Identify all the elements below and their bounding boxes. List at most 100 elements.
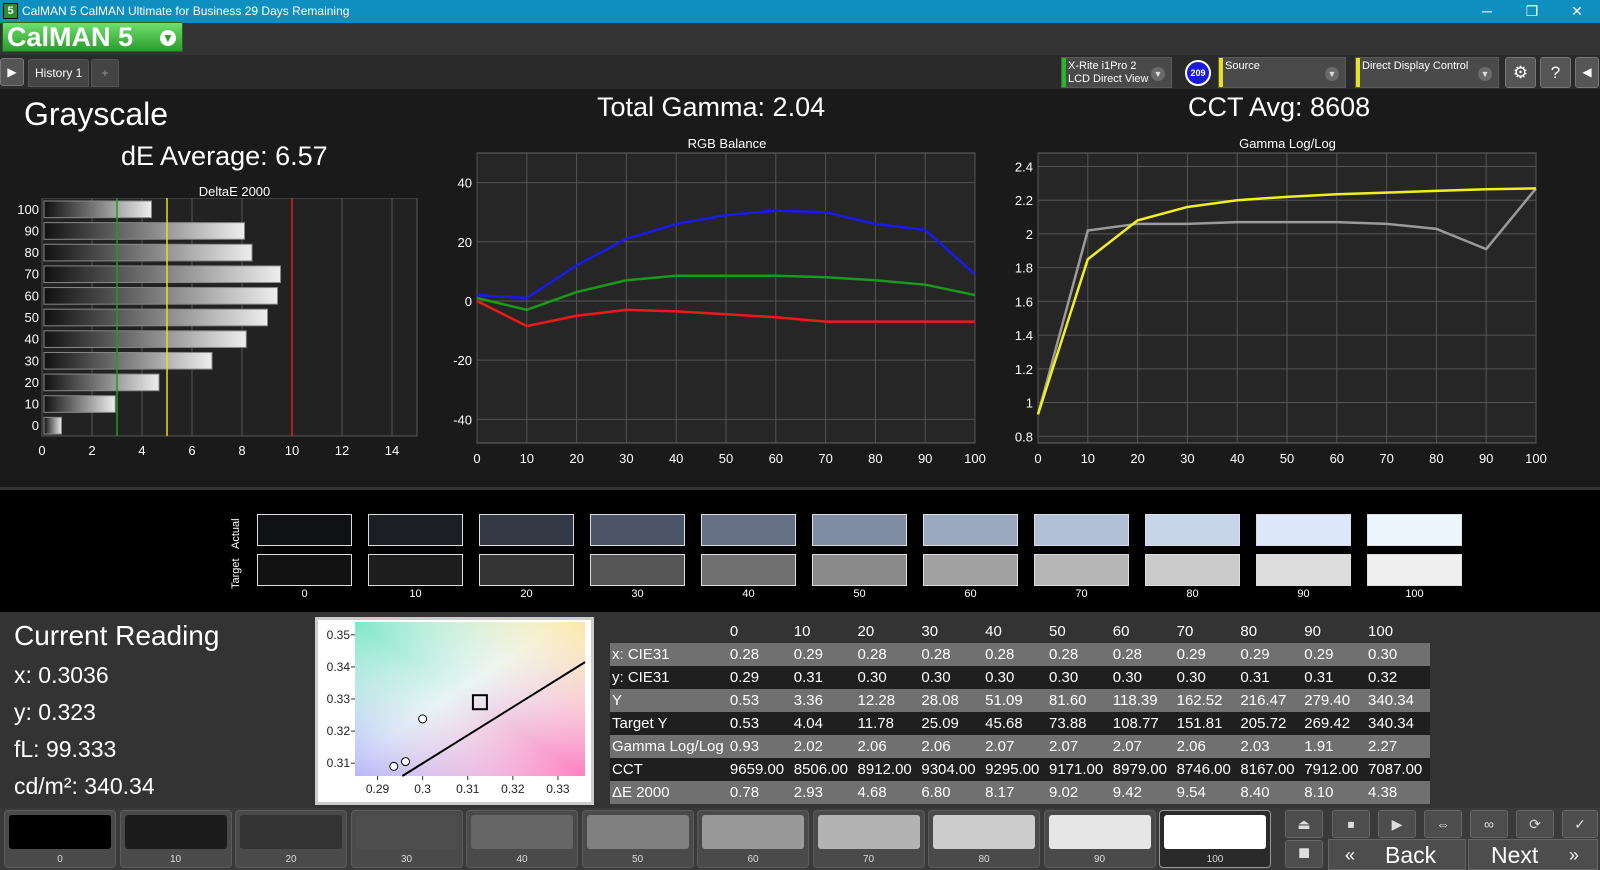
footer-swatch-button[interactable]: 90 <box>1043 810 1156 868</box>
table-row: CCT 9659.00 8506.00 8912.00 9304.00 9295.00 91… <box>610 758 1430 781</box>
table-cell: 6.80 <box>919 781 984 804</box>
y-tick-label: 1.8 <box>1015 261 1033 276</box>
deltae-bar <box>43 351 213 370</box>
swatch-label: 40 <box>742 588 755 600</box>
table-cell: 2.02 <box>791 735 856 758</box>
x-tick-label: 70 <box>818 451 832 466</box>
x-tick-label: 80 <box>868 451 882 466</box>
column-header: 80 <box>1238 620 1303 643</box>
actual-swatch[interactable] <box>479 514 574 546</box>
meter-badge[interactable]: 209 <box>1185 60 1211 86</box>
actual-swatch[interactable] <box>701 514 796 546</box>
table-cell: 11.78 <box>855 712 920 735</box>
actual-swatch[interactable] <box>1034 514 1129 546</box>
target-swatch[interactable] <box>479 554 574 586</box>
table-cell: 340.34 <box>1366 712 1430 735</box>
table-cell: 8912.00 <box>855 758 920 781</box>
table-cell: 0.29 <box>727 666 792 689</box>
collapse-left-icon[interactable]: ◀ <box>1575 57 1599 88</box>
x-tick-label: 50 <box>719 451 733 466</box>
footer-swatch-button[interactable]: 40 <box>466 810 578 868</box>
minimize-button[interactable]: ─ <box>1465 0 1509 23</box>
table-cell: 8506.00 <box>791 758 856 781</box>
deltae-bar <box>43 395 116 413</box>
meter-selector[interactable]: X-Rite i1Pro 2 LCD Direct View ▼ <box>1061 57 1172 88</box>
table-cell: 151.81 <box>1174 712 1239 735</box>
target-swatch[interactable] <box>812 554 907 586</box>
display-selector[interactable]: Direct Display Control ▼ <box>1355 57 1499 88</box>
play-icon[interactable]: ▶ <box>0 58 24 86</box>
add-tab-button[interactable]: + <box>91 59 119 87</box>
logo-text: CalMAN 5 <box>7 22 134 52</box>
target-swatch[interactable] <box>1367 554 1462 586</box>
target-swatch[interactable] <box>923 554 1018 586</box>
x-tick-label: 0 <box>1034 451 1041 466</box>
deltae-chart-title: DeltaE 2000 <box>198 184 271 199</box>
x-tick-label: 20 <box>1130 451 1144 466</box>
checkmark-icon[interactable]: ✓ <box>1562 810 1598 838</box>
play-icon[interactable]: ▶ <box>1378 810 1416 838</box>
de-average: dE Average: 6.57 <box>121 141 328 171</box>
help-icon[interactable]: ? <box>1540 57 1571 88</box>
table-cell: 0.28 <box>983 643 1047 666</box>
actual-swatch[interactable] <box>257 514 352 546</box>
single-read-icon[interactable]: ⇔ <box>1424 810 1462 838</box>
actual-swatch[interactable] <box>590 514 685 546</box>
actual-swatch[interactable] <box>1256 514 1351 546</box>
gear-icon[interactable]: ⚙ <box>1505 57 1536 88</box>
table-cell: 51.09 <box>983 689 1047 712</box>
footer-swatch-button[interactable]: 70 <box>812 810 925 868</box>
target-swatch[interactable] <box>257 554 352 586</box>
cie-area-overlay <box>355 622 585 776</box>
refresh-icon[interactable]: ⟳ <box>1516 810 1554 838</box>
actual-swatch[interactable] <box>368 514 463 546</box>
eject-icon[interactable]: ⏏ <box>1285 810 1323 838</box>
table-header-row: 0 10 20 30 40 50 60 70 80 90 100 <box>610 620 1430 643</box>
x-tick-label: 40 <box>669 451 683 466</box>
target-swatch[interactable] <box>1145 554 1240 586</box>
calman-logo-menu[interactable]: CalMAN 5 ▼ <box>2 22 183 52</box>
x-tick-label: 60 <box>1330 451 1344 466</box>
footer-swatch-button[interactable]: 60 <box>697 810 809 868</box>
continuous-icon[interactable]: ∞ <box>1470 810 1508 838</box>
cie-chart: 0.35 0.34 0.33 0.32 0.31 0.29 0.3 0.31 0.32 0.33 <box>327 622 586 796</box>
footer-swatch-button[interactable]: 10 <box>119 810 232 868</box>
footer-swatch-button[interactable]: 20 <box>235 810 347 868</box>
target-swatch[interactable] <box>1256 554 1351 586</box>
footer-swatch-button[interactable]: 50 <box>581 810 694 868</box>
swatch-label: 20 <box>520 588 533 600</box>
tab-history-label: History 1 <box>35 66 83 80</box>
table-row: Target Y 0.53 4.04 11.78 25.09 45.68 73.88 108.… <box>610 712 1430 735</box>
tab-history[interactable]: History 1 <box>28 59 90 87</box>
close-button[interactable]: ✕ <box>1555 0 1599 23</box>
actual-swatch[interactable] <box>812 514 907 546</box>
back-button[interactable]: « Back <box>1328 839 1466 870</box>
stop-icon[interactable]: ⏹ <box>1332 810 1370 838</box>
footer-swatch-button[interactable]: 0 <box>4 810 116 868</box>
target-swatch[interactable] <box>368 554 463 586</box>
target-swatch[interactable] <box>1034 554 1129 586</box>
table-cell: 0.30 <box>1174 666 1239 689</box>
restore-button[interactable]: ❐ <box>1510 0 1554 23</box>
table-cell: 0.29 <box>791 643 856 666</box>
actual-swatch[interactable] <box>923 514 1018 546</box>
footer-swatch-button[interactable]: 100 <box>1159 810 1271 868</box>
next-button[interactable]: Next » <box>1468 839 1598 870</box>
y-tick-label: 30 <box>25 353 39 368</box>
x-tick-label: 40 <box>1230 451 1244 466</box>
target-swatch[interactable] <box>590 554 685 586</box>
footer-swatch-button[interactable]: 30 <box>350 810 463 868</box>
source-selector[interactable]: Source ▼ <box>1218 57 1346 88</box>
footer-swatch-button[interactable]: 80 <box>928 810 1040 868</box>
table-cell: 8167.00 <box>1238 758 1303 781</box>
gamma-chart: 2.4 2.2 2 1.8 1.6 1.4 1.2 1 0.80 10 20 30 40 50 60 70 80… <box>1015 152 1547 466</box>
table-cell: 0.29 <box>1174 643 1239 666</box>
actual-swatch[interactable] <box>1367 514 1462 546</box>
x-tick-label: 70 <box>1379 451 1393 466</box>
stop-square-icon[interactable]: ■ <box>1285 840 1323 868</box>
reading-x: x: 0.3036 <box>14 662 109 688</box>
column-header: 70 <box>1174 620 1239 643</box>
target-swatch[interactable] <box>701 554 796 586</box>
table-cell: 0.29 <box>1302 643 1367 666</box>
actual-swatch[interactable] <box>1145 514 1240 546</box>
